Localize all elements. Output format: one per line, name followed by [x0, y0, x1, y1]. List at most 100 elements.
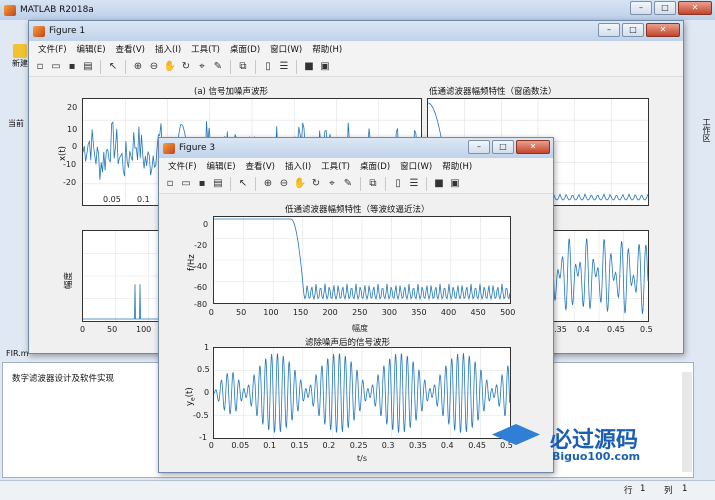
dock-icon[interactable]: ▣	[448, 177, 462, 191]
pan-icon[interactable]: ✋	[163, 60, 177, 74]
pan-icon[interactable]: ✋	[293, 177, 307, 191]
figure3-top-xtick: 300	[381, 308, 397, 317]
figure1-title: Figure 1	[49, 26, 86, 36]
figure1-menu-item[interactable]: 插入(I)	[150, 43, 186, 55]
figure1-plot2-title: 低通滤波器幅频特性（窗函数法）	[429, 87, 557, 97]
figure3-minimize-button[interactable]: –	[468, 140, 490, 154]
figure1-toolbar: ▫ ▭ ▪ ▤ ↖ ⊕ ⊖ ✋ ↻ ⌖ ✎ ⧉ ▯ ☰ ■ ▣	[29, 57, 683, 77]
figure1-maximize-button[interactable]: □	[622, 23, 644, 37]
legend-icon[interactable]: ☰	[407, 177, 421, 191]
figure3-menu-item[interactable]: 插入(I)	[280, 160, 316, 172]
save-icon[interactable]: ▪	[195, 177, 209, 191]
workspace-tab[interactable]: 工作区	[698, 118, 712, 168]
figure3-menubar: 文件(F) 编辑(E) 查看(V) 插入(I) 工具(T) 桌面(D) 窗口(W) 帮助(H)	[159, 158, 553, 174]
graduation-cap-icon	[492, 424, 540, 445]
legend-icon[interactable]: ☰	[277, 60, 291, 74]
print-icon[interactable]: ▤	[81, 60, 95, 74]
bot-ylabel-main: y	[185, 400, 195, 406]
figure1-menu-item[interactable]: 编辑(E)	[72, 43, 111, 55]
figure3-top-ytick: -80	[194, 300, 208, 309]
figure1-plot1-title: (a) 信号加噪声波形	[194, 87, 269, 97]
figure1-menu-item[interactable]: 工具(T)	[186, 43, 225, 55]
zoom-out-icon[interactable]: ⊖	[147, 60, 161, 74]
new-figure-icon[interactable]: ▫	[163, 177, 177, 191]
brush-icon[interactable]: ✎	[211, 60, 225, 74]
pointer-icon[interactable]: ↖	[106, 60, 120, 74]
toolbar-divider	[125, 59, 126, 74]
figure1-ytick: -10	[63, 160, 77, 169]
brush-icon[interactable]: ✎	[341, 177, 355, 191]
figure3-menu-item[interactable]: 编辑(E)	[202, 160, 241, 172]
colorbar-icon[interactable]: ▯	[261, 60, 275, 74]
figure3-menu-item[interactable]: 窗口(W)	[395, 160, 437, 172]
save-icon[interactable]: ▪	[65, 60, 79, 74]
figure3-top-xtick: 250	[352, 308, 368, 317]
hide-tools-icon[interactable]: ■	[432, 177, 446, 191]
figure1-close-button[interactable]: ✕	[646, 23, 680, 37]
bot-ylabel-sub: e	[189, 397, 197, 401]
figure3-bot-xtick: 0.35	[409, 441, 427, 450]
figure3-close-button[interactable]: ✕	[516, 140, 550, 154]
matlab-logo-icon	[4, 4, 16, 16]
figure3-top-title: 低通滤波器幅频特性（等波纹逼近法）	[285, 205, 430, 215]
link-icon[interactable]: ⧉	[366, 177, 380, 191]
figure1-menu-item[interactable]: 窗口(W)	[265, 43, 307, 55]
figure3-maximize-button[interactable]: □	[492, 140, 514, 154]
zoom-out-icon[interactable]: ⊖	[277, 177, 291, 191]
pointer-icon[interactable]: ↖	[236, 177, 250, 191]
figure3-top-xtick: 450	[470, 308, 486, 317]
matlab-minimize-button[interactable]: –	[630, 1, 652, 15]
figure1-menu-item[interactable]: 桌面(D)	[225, 43, 265, 55]
figure3-top-ytick: -40	[194, 262, 208, 271]
matlab-close-button[interactable]: ✕	[678, 1, 712, 15]
watermark: 必过源码 Biguo100.com	[490, 420, 690, 470]
figure1-menu-item[interactable]: 帮助(H)	[307, 43, 347, 55]
figure1-menu-item[interactable]: 查看(V)	[111, 43, 150, 55]
toolbar-divider	[296, 59, 297, 74]
open-icon[interactable]: ▭	[49, 60, 63, 74]
datatip-icon[interactable]: ⌖	[195, 60, 209, 74]
figure3-bot-xtick: 0.3	[381, 441, 395, 450]
figure3-top-ytick: -60	[194, 283, 208, 292]
rotate-icon[interactable]: ↻	[309, 177, 323, 191]
status-row: 1	[640, 484, 646, 494]
figure3-menu-item[interactable]: 文件(F)	[163, 160, 202, 172]
new-figure-icon[interactable]: ▫	[33, 60, 47, 74]
colorbar-icon[interactable]: ▯	[391, 177, 405, 191]
figure3-toolbar: ▫ ▭ ▪ ▤ ↖ ⊕ ⊖ ✋ ↻ ⌖ ✎ ⧉ ▯ ☰ ■ ▣	[159, 174, 553, 194]
figure3-menu-item[interactable]: 工具(T)	[316, 160, 355, 172]
open-icon[interactable]: ▭	[179, 177, 193, 191]
figure1-ytick: 20	[67, 103, 78, 112]
zoom-in-icon[interactable]: ⊕	[261, 177, 275, 191]
datatip-icon[interactable]: ⌖	[325, 177, 339, 191]
dock-icon[interactable]: ▣	[318, 60, 332, 74]
rotate-icon[interactable]: ↻	[179, 60, 193, 74]
figure3-bot-ytick: -1	[199, 433, 207, 442]
figure1-menu-item[interactable]: 文件(F)	[33, 43, 72, 55]
figure3-bot-xtick: 0.1	[263, 441, 277, 450]
matlab-maximize-button[interactable]: □	[654, 1, 676, 15]
figure1-xtick: 0.5	[640, 325, 653, 334]
figure3-top-xtick: 200	[322, 308, 338, 317]
print-icon[interactable]: ▤	[211, 177, 225, 191]
figure3-bot-signal	[213, 348, 510, 438]
matlab-titlebar: MATLAB R2018a	[0, 0, 715, 20]
file-tab[interactable]: FIR.m	[6, 349, 29, 358]
figure1-minimize-button[interactable]: –	[598, 23, 620, 37]
link-icon[interactable]: ⧉	[236, 60, 250, 74]
figure1-menubar: 文件(F) 编辑(E) 查看(V) 插入(I) 工具(T) 桌面(D) 窗口(W) 帮助(H)	[29, 41, 683, 57]
figure3-menu-item[interactable]: 桌面(D)	[355, 160, 395, 172]
figure1-plot4-signal	[549, 231, 649, 321]
zoom-in-icon[interactable]: ⊕	[131, 60, 145, 74]
figure1-plot3-ylabel: 幅度	[64, 271, 74, 289]
watermark-url: Biguo100.com	[552, 450, 641, 463]
figure1-xtick: 0	[80, 325, 86, 334]
status-col-label: 列	[664, 486, 673, 496]
figure1-xtick: 100	[136, 325, 152, 334]
figure3-menu-item[interactable]: 查看(V)	[241, 160, 280, 172]
hide-tools-icon[interactable]: ■	[302, 60, 316, 74]
figure1-xtick: 0.4	[577, 325, 590, 334]
figure3-top-ytick: 0	[203, 220, 209, 229]
figure3-menu-item[interactable]: 帮助(H)	[437, 160, 477, 172]
figure1-xtick: 0.1	[137, 195, 150, 204]
